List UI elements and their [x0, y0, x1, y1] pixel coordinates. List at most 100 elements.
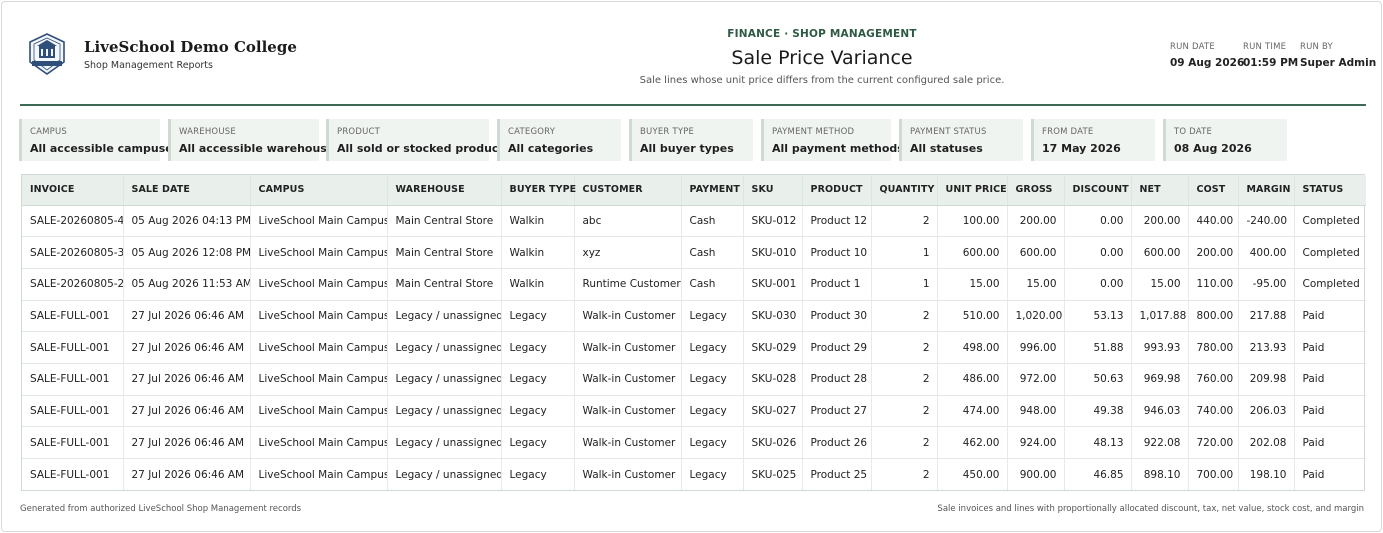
table-cell: LiveSchool Main Campus: [250, 268, 388, 301]
table-cell: 898.10: [1131, 458, 1189, 491]
table-cell: SALE-20260805-2: [22, 268, 124, 301]
table-cell: 1,020.00: [1007, 300, 1065, 333]
table-cell: Product 30: [802, 300, 872, 333]
filter-buyer-type: BUYER TYPE All buyer types: [629, 119, 753, 161]
column-header: SALE DATE: [123, 175, 251, 206]
table-cell: 49.38: [1064, 395, 1132, 428]
table-cell: Legacy / unassigned: [387, 458, 502, 491]
table-cell: SKU-030: [743, 300, 803, 333]
table-cell: Legacy: [501, 426, 575, 459]
table-cell: 486.00: [937, 363, 1008, 396]
table-cell: 969.98: [1131, 363, 1189, 396]
table-cell: 700.00: [1188, 458, 1239, 491]
table-cell: 50.63: [1064, 363, 1132, 396]
table-cell: 1: [871, 268, 938, 301]
table-cell: Legacy: [681, 300, 744, 333]
table-cell: 217.88: [1238, 300, 1295, 333]
table-cell: SALE-20260805-4: [22, 205, 124, 238]
column-header: COST: [1188, 175, 1239, 206]
table-cell: Legacy: [681, 331, 744, 364]
table-cell: 922.08: [1131, 426, 1189, 459]
table-cell: 720.00: [1188, 426, 1239, 459]
table-cell: 600.00: [937, 236, 1008, 269]
table-cell: Walk-in Customer: [574, 331, 682, 364]
column-header: INVOICE: [22, 175, 124, 206]
table-cell: 27 Jul 2026 06:46 AM: [123, 363, 251, 396]
table-cell: Walk-in Customer: [574, 300, 682, 333]
table-cell: Paid: [1294, 331, 1366, 364]
table-cell: 760.00: [1188, 363, 1239, 396]
college-subtitle: Shop Management Reports: [84, 60, 213, 71]
table-row: SALE-20260805-4 05 Aug 2026 04:13 PM LiveS…: [22, 205, 1366, 238]
table-cell: 48.13: [1064, 426, 1132, 459]
table-cell: SALE-FULL-001: [22, 331, 124, 364]
column-header: BUYER TYPE: [501, 175, 576, 206]
column-header: MARGIN: [1238, 175, 1295, 206]
table-cell: Cash: [681, 268, 744, 301]
table-cell: Completed: [1294, 268, 1366, 301]
table-cell: 27 Jul 2026 06:46 AM: [123, 300, 251, 333]
table-cell: SALE-FULL-001: [22, 426, 124, 459]
table-cell: 110.00: [1188, 268, 1239, 301]
table-cell: Product 27: [802, 395, 872, 428]
table-cell: LiveSchool Main Campus: [250, 205, 388, 238]
table-cell: 462.00: [937, 426, 1008, 459]
college-name: LiveSchool Demo College: [84, 38, 297, 56]
table-row: SALE-FULL-001 27 Jul 2026 06:46 AM LiveSch…: [22, 300, 1366, 333]
table-cell: 740.00: [1188, 395, 1239, 428]
table-cell: 924.00: [1007, 426, 1065, 459]
table-cell: SKU-025: [743, 458, 803, 491]
table-cell: Legacy / unassigned: [387, 426, 502, 459]
table-row: SALE-20260805-3 05 Aug 2026 12:08 PM LiveS…: [22, 236, 1366, 269]
report-kicker: FINANCE · SHOP MANAGEMENT: [727, 28, 917, 40]
table-cell: 05 Aug 2026 11:53 AM: [123, 268, 251, 301]
table-cell: LiveSchool Main Campus: [250, 426, 388, 459]
table-cell: LiveSchool Main Campus: [250, 236, 388, 269]
table-cell: Main Central Store: [387, 268, 502, 301]
column-header: PRODUCT: [802, 175, 872, 206]
table-row: SALE-FULL-001 27 Jul 2026 06:46 AM LiveSch…: [22, 426, 1366, 459]
table-cell: 1: [871, 236, 938, 269]
table-cell: Main Central Store: [387, 205, 502, 238]
column-header: NET: [1131, 175, 1189, 206]
table-cell: 2: [871, 458, 938, 491]
table-cell: Legacy: [501, 458, 575, 491]
column-header: GROSS: [1007, 175, 1065, 206]
table-cell: Product 1: [802, 268, 872, 301]
table-row: SALE-FULL-001 27 Jul 2026 06:46 AM LiveSch…: [22, 458, 1366, 491]
table-cell: Legacy: [681, 395, 744, 428]
table-cell: Paid: [1294, 426, 1366, 459]
table-cell: 600.00: [1131, 236, 1189, 269]
table-cell: Legacy / unassigned: [387, 300, 502, 333]
table-cell: 05 Aug 2026 04:13 PM: [123, 205, 251, 238]
table-cell: Product 10: [802, 236, 872, 269]
table-cell: 993.93: [1131, 331, 1189, 364]
table-cell: 27 Jul 2026 06:46 AM: [123, 331, 251, 364]
table-cell: Legacy: [501, 300, 575, 333]
table-cell: LiveSchool Main Campus: [250, 331, 388, 364]
table-cell: Product 28: [802, 363, 872, 396]
table-row: SALE-FULL-001 27 Jul 2026 06:46 AM LiveSch…: [22, 363, 1366, 396]
table-cell: Product 29: [802, 331, 872, 364]
filter-to-date: TO DATE 08 Aug 2026: [1163, 119, 1287, 161]
table-cell: 202.08: [1238, 426, 1295, 459]
column-header: WAREHOUSE: [387, 175, 502, 206]
table-cell: 600.00: [1007, 236, 1065, 269]
table-cell: 46.85: [1064, 458, 1132, 491]
table-cell: 209.98: [1238, 363, 1295, 396]
table-cell: -95.00: [1238, 268, 1295, 301]
table-cell: Paid: [1294, 363, 1366, 396]
table-cell: Walkin: [501, 268, 575, 301]
table-cell: LiveSchool Main Campus: [250, 363, 388, 396]
table-cell: 15.00: [1131, 268, 1189, 301]
table-cell: LiveSchool Main Campus: [250, 300, 388, 333]
table-cell: 27 Jul 2026 06:46 AM: [123, 458, 251, 491]
table-cell: Product 26: [802, 426, 872, 459]
table-cell: 27 Jul 2026 06:46 AM: [123, 426, 251, 459]
table-cell: 498.00: [937, 331, 1008, 364]
table-cell: 100.00: [937, 205, 1008, 238]
table-cell: Cash: [681, 205, 744, 238]
table-cell: abc: [574, 205, 682, 238]
table-cell: 198.10: [1238, 458, 1295, 491]
table-cell: 200.00: [1131, 205, 1189, 238]
